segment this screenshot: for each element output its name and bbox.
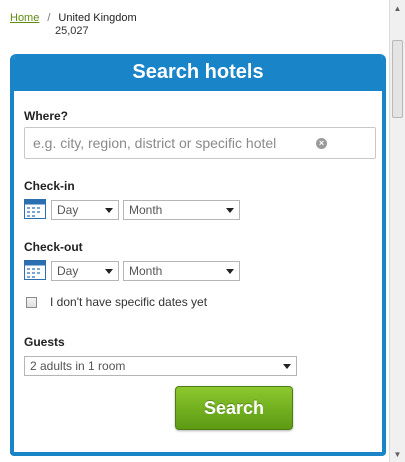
- scrollbar-thumb[interactable]: [392, 40, 403, 118]
- vertical-scrollbar[interactable]: ▲ ▼: [389, 0, 405, 462]
- panel-title: Search hotels: [14, 54, 382, 91]
- clear-icon[interactable]: ×: [316, 138, 327, 149]
- checkin-month-select[interactable]: Month: [123, 200, 240, 220]
- checkout-day-value: Day: [57, 264, 79, 278]
- search-button[interactable]: Search: [175, 386, 293, 430]
- scroll-up-arrow-icon[interactable]: ▲: [390, 0, 405, 16]
- breadcrumb-home-link[interactable]: Home: [10, 12, 39, 24]
- breadcrumb-current: United Kingdom: [58, 12, 137, 24]
- chevron-down-icon: [226, 269, 234, 274]
- checkin-month-value: Month: [129, 203, 163, 217]
- chevron-down-icon: [226, 208, 234, 213]
- breadcrumb: Home / United Kingdom 25,027: [10, 12, 137, 37]
- checkout-day-select[interactable]: Day: [51, 261, 119, 281]
- checkout-calendar-icon[interactable]: [24, 260, 46, 280]
- hotel-count: 25,027: [55, 25, 89, 37]
- scroll-down-arrow-icon[interactable]: ▼: [390, 446, 405, 462]
- guests-label: Guests: [24, 335, 65, 349]
- breadcrumb-separator: /: [47, 12, 51, 24]
- checkout-label: Check-out: [24, 240, 83, 254]
- no-dates-checkbox[interactable]: [26, 297, 37, 308]
- checkout-month-select[interactable]: Month: [123, 261, 240, 281]
- checkin-day-select[interactable]: Day: [51, 200, 119, 220]
- guests-value: 2 adults in 1 room: [30, 359, 126, 373]
- checkin-day-value: Day: [57, 203, 79, 217]
- checkin-label: Check-in: [24, 179, 75, 193]
- chevron-down-icon: [105, 208, 113, 213]
- guests-select[interactable]: 2 adults in 1 room: [24, 356, 297, 376]
- checkout-month-value: Month: [129, 264, 163, 278]
- where-label: Where?: [24, 109, 69, 123]
- search-hotels-panel: Search hotels Where? × Check-in Day Mont…: [10, 54, 386, 456]
- no-dates-label[interactable]: I don't have specific dates yet: [50, 295, 207, 309]
- chevron-down-icon: [105, 269, 113, 274]
- checkin-calendar-icon[interactable]: [24, 199, 46, 219]
- chevron-down-icon: [283, 364, 291, 369]
